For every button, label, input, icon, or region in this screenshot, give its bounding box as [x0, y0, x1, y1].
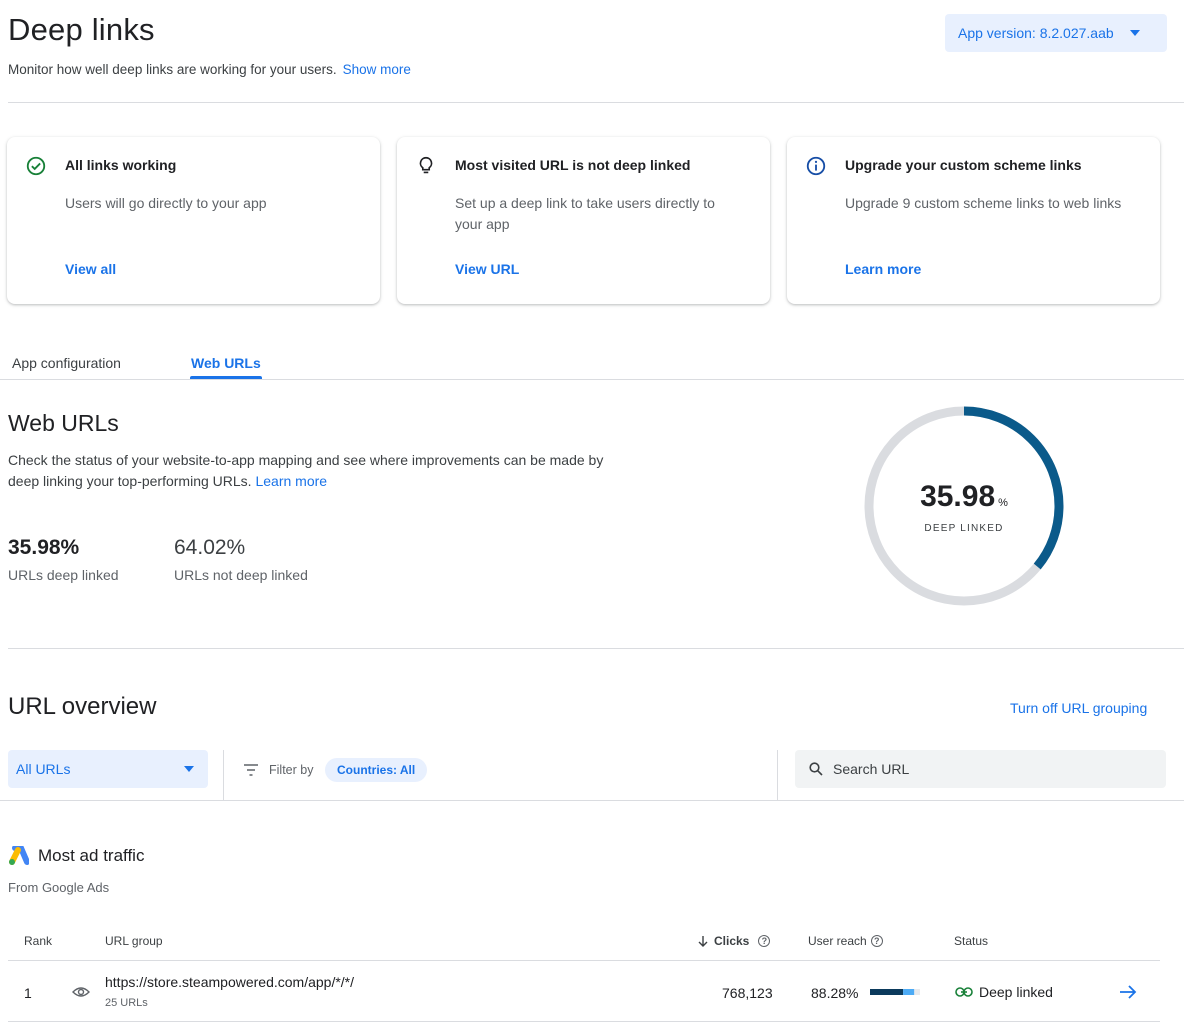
search-icon	[809, 762, 823, 776]
deep-linked-value: 35.98%	[8, 536, 80, 559]
donut-number: 35.98	[920, 480, 996, 513]
status-label: Deep linked	[979, 984, 1053, 1000]
reach-bar-fill	[870, 989, 904, 995]
turn-off-url-grouping-link[interactable]: Turn off URL grouping	[1010, 700, 1147, 716]
table-header-divider	[8, 960, 1160, 961]
view-all-link[interactable]: View all	[65, 261, 116, 277]
url-filter-select[interactable]: All URLs	[8, 750, 208, 788]
tab-web-urls[interactable]: Web URLs	[191, 355, 261, 371]
donut-label: DEEP LINKED	[924, 523, 1004, 534]
check-circle-icon	[26, 156, 46, 176]
app-version-label: App version: 8.2.027.aab	[958, 25, 1114, 41]
arrow-down-sort-icon	[698, 936, 708, 947]
url-overview-title: URL overview	[8, 693, 157, 720]
row-status: Deep linked	[955, 984, 1053, 1000]
help-icon[interactable]: ?	[758, 935, 771, 947]
help-icon[interactable]: ?	[870, 935, 883, 947]
show-more-link[interactable]: Show more	[343, 62, 411, 77]
page-title: Deep links	[8, 12, 155, 47]
countries-filter-chip[interactable]: Countries: All	[325, 758, 428, 782]
card-title: Upgrade your custom scheme links	[845, 157, 1082, 173]
card-body: Set up a deep link to take users directl…	[455, 195, 715, 232]
not-deep-linked-value: 64.02%	[174, 536, 246, 559]
column-header-status: Status	[954, 934, 989, 948]
donut-percent-sign: %	[998, 497, 1008, 509]
not-deep-linked-label: URLs not deep linked	[174, 567, 308, 583]
column-header-url-group: URL group	[105, 934, 163, 948]
column-header-rank: Rank	[24, 934, 53, 948]
most-ad-traffic-subtitle: From Google Ads	[8, 880, 110, 895]
lightbulb-icon	[419, 156, 433, 174]
clicks-header-label: Clicks	[714, 934, 750, 948]
filter-by-label: Filter by	[269, 763, 314, 777]
reach-bar-highlight	[903, 989, 915, 995]
url-filter-value: All URLs	[16, 761, 71, 777]
search-separator	[777, 750, 778, 800]
card-all-links-working: All links working Users will go directly…	[7, 137, 380, 304]
most-ad-traffic-title: Most ad traffic	[38, 846, 145, 865]
web-urls-title: Web URLs	[8, 410, 119, 436]
section-divider	[8, 648, 1184, 649]
card-most-visited-url: Most visited URL is not deep linked Set …	[397, 137, 770, 304]
google-ads-logo-icon	[9, 846, 29, 865]
view-url-link[interactable]: View URL	[455, 261, 519, 277]
arrow-right-icon[interactable]	[1119, 985, 1137, 999]
caret-down-icon	[1129, 30, 1140, 36]
info-icon	[806, 156, 826, 176]
link-icon	[955, 987, 973, 997]
card-body: Users will go directly to your app	[65, 195, 267, 211]
eye-icon[interactable]	[72, 985, 90, 999]
deep-linked-label: URLs deep linked	[8, 567, 119, 583]
row-rank: 1	[24, 985, 32, 1001]
row-url-count: 25 URLs	[105, 997, 148, 1009]
subtitle-text: Monitor how well deep links are working …	[8, 62, 337, 77]
learn-more-link[interactable]: Learn more	[845, 261, 921, 277]
web-urls-description: Check the status of your website-to-app …	[8, 450, 608, 492]
row-divider	[8, 1021, 1160, 1022]
filter-icon[interactable]	[243, 763, 259, 777]
column-header-user-reach: User reach ?	[808, 934, 883, 948]
row-user-reach: 88.28%	[811, 985, 859, 1001]
row-clicks: 768,123	[722, 985, 773, 1001]
filter-divider	[0, 800, 1184, 801]
tab-app-configuration[interactable]: App configuration	[12, 355, 121, 371]
user-reach-header-label: User reach	[808, 934, 867, 948]
caret-down-icon	[184, 766, 194, 772]
app-version-dropdown[interactable]: App version: 8.2.027.aab	[945, 14, 1167, 52]
donut-value: 35.98%	[862, 480, 1066, 514]
row-url-group[interactable]: https://store.steampowered.com/app/*/*/	[105, 974, 354, 990]
card-body: Upgrade 9 custom scheme links to web lin…	[845, 195, 1122, 211]
filter-separator	[223, 750, 224, 800]
user-reach-bar	[870, 989, 920, 995]
learn-more-link[interactable]: Learn more	[255, 473, 327, 489]
search-url-box[interactable]	[795, 750, 1166, 788]
header-divider	[8, 102, 1184, 103]
column-header-clicks[interactable]: Clicks ?	[697, 934, 771, 948]
card-title: Most visited URL is not deep linked	[455, 157, 691, 173]
tabs-divider	[0, 379, 1184, 380]
card-title: All links working	[65, 157, 177, 173]
search-url-input[interactable]	[833, 761, 1133, 777]
card-upgrade-custom-scheme: Upgrade your custom scheme links Upgrade…	[787, 137, 1160, 304]
page-subtitle: Monitor how well deep links are working …	[8, 62, 411, 77]
